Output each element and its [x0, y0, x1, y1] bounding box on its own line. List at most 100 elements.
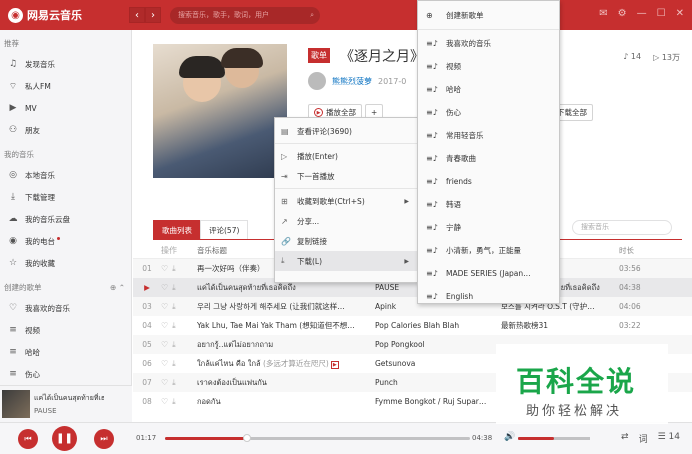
search-icon[interactable]: ⌕ — [310, 7, 314, 24]
sidebar-item-discover[interactable]: ♫ 发现音乐 — [0, 53, 131, 75]
minimize-icon[interactable]: — — [637, 8, 647, 19]
menu-item-label: 分享... — [297, 216, 320, 226]
sidebar-item-haha[interactable]: ≡ 哈哈 — [0, 341, 131, 363]
playlist-search-input[interactable]: 搜索音乐 — [572, 220, 672, 235]
sidebar-item-mv[interactable]: ▶ MV — [0, 97, 131, 119]
submenu-item-playlist[interactable]: ≡♪ 视频 — [418, 55, 559, 78]
heart-icon[interactable]: ♡ — [161, 283, 168, 293]
download-icon[interactable]: ⤓ — [172, 359, 176, 369]
sidebar-item-friends[interactable]: ⚇ 朋友 — [0, 119, 131, 141]
netease-logo-icon: ◉ — [8, 7, 23, 23]
sidebar-item-label: 视频 — [25, 325, 40, 335]
submenu-item-playlist[interactable]: ≡♪ 我喜欢的音乐 — [418, 32, 559, 55]
lyrics-icon[interactable]: 词 — [639, 432, 648, 445]
submenu-item-playlist[interactable]: ≡♪ 小清新，勇气，正能量 — [418, 239, 559, 262]
song-duration: 03:56 — [619, 264, 641, 273]
share-icon: ↗ — [281, 216, 288, 226]
submenu-item-playlist[interactable]: ≡♪ 伤心 — [418, 101, 559, 124]
submenu-item-playlist[interactable]: ≡♪ 哈哈 — [418, 78, 559, 101]
submenu-item-playlist[interactable]: ≡♪ English — [418, 285, 559, 308]
col-duration[interactable]: 时长 — [619, 245, 659, 256]
sidebar-item-downloads[interactable]: ⤓ 下载管理 — [0, 186, 131, 208]
download-icon[interactable]: ⤓ — [172, 321, 176, 331]
song-artist[interactable]: Punch — [375, 378, 501, 387]
row-ops: ♡ ⤓ — [161, 359, 197, 369]
sidebar-item-label: 哈哈 — [25, 347, 40, 357]
sidebar-item-radio[interactable]: ◉ 我的电台 — [0, 230, 131, 252]
download-icon[interactable]: ⤓ — [172, 340, 176, 350]
app-logo[interactable]: ◉ 网易云音乐 — [8, 7, 82, 23]
heart-icon[interactable]: ♡ — [161, 302, 168, 312]
sidebar-item-local[interactable]: ◎ 本地音乐 — [0, 164, 131, 186]
add-playlist-icon[interactable]: ⊕ ⌃ — [110, 283, 125, 292]
heart-icon[interactable]: ♡ — [161, 397, 168, 407]
download-icon[interactable]: ⤓ — [172, 283, 176, 293]
volume-slider[interactable] — [518, 437, 590, 440]
sidebar-item-fm[interactable]: ⌔ 私人FM — [0, 75, 131, 97]
download-icon[interactable]: ⤓ — [172, 397, 176, 407]
back-button[interactable]: ‹ — [129, 7, 145, 23]
now-playing-mini[interactable]: แค่ได้เป็นคนสุดท้ายที่เธอ PAUSE — [0, 385, 132, 422]
now-playing-cover[interactable] — [2, 390, 30, 418]
heart-icon[interactable]: ♡ — [161, 359, 168, 369]
avatar[interactable] — [308, 72, 326, 90]
submenu-item-playlist[interactable]: ≡♪ 韩语 — [418, 193, 559, 216]
heart-icon[interactable]: ♡ — [161, 264, 168, 274]
volume-icon[interactable]: 🔊 — [504, 432, 515, 442]
forward-button[interactable]: › — [145, 7, 161, 23]
menu-item-play[interactable]: ▷ 播放(Enter) — [275, 146, 417, 166]
song-artist[interactable]: Getsunova — [375, 359, 501, 368]
mv-icon[interactable]: ▶ — [330, 360, 339, 369]
song-artist[interactable]: Pop Calories Blah Blah — [375, 321, 501, 330]
sidebar-item-sad[interactable]: ≡ 伤心 — [0, 363, 131, 385]
section-label: 创建的歌单 — [4, 283, 42, 292]
submenu-item-playlist[interactable]: ≡♪ 宁静 — [418, 216, 559, 239]
heart-icon[interactable]: ♡ — [161, 378, 168, 388]
table-row[interactable]: 03 ♡ ⤓ 우리 그냥 사랑하게 해주세요 (让我们就这样… Apink 보스를… — [133, 297, 692, 316]
sidebar-item-video[interactable]: ≡ 视频 — [0, 319, 131, 341]
search-input[interactable]: 搜索音乐，歌手，歌词，用户 ⌕ — [170, 7, 320, 24]
tab-comments[interactable]: 评论(57) — [200, 220, 249, 239]
previous-button[interactable]: ⏮ — [18, 429, 38, 449]
submenu-item-new-playlist[interactable]: ⊕ 创建新歌单 — [418, 4, 559, 27]
submenu-item-playlist[interactable]: ≡♪ MADE SERIES (Japan… — [418, 262, 559, 285]
sidebar-item-liked[interactable]: ♡ 我喜欢的音乐 — [0, 297, 131, 319]
search-placeholder: 搜索音乐，歌手，歌词，用户 — [178, 11, 269, 19]
progress-bar[interactable] — [165, 434, 470, 442]
menu-item-comments[interactable]: ▤ 查看评论(3690) — [275, 121, 417, 141]
menu-item-label: 下一首播放 — [297, 171, 335, 181]
submenu-item-playlist[interactable]: ≡♪ 常用轻音乐 — [418, 124, 559, 147]
download-icon[interactable]: ⤓ — [172, 302, 176, 312]
creator-name[interactable]: 熊熊烈菠萝 — [332, 76, 372, 87]
song-artist[interactable]: Pop Pongkool — [375, 340, 501, 349]
sidebar-item-cloud[interactable]: ☁ 我的音乐云盘 — [0, 208, 131, 230]
submenu-item-playlist[interactable]: ≡♪ friends — [418, 170, 559, 193]
tab-songs[interactable]: 歌曲列表 — [153, 220, 201, 239]
pause-button[interactable]: ❚❚ — [52, 426, 77, 451]
song-album[interactable]: 最新热歌榜31 — [501, 320, 619, 331]
menu-item-share[interactable]: ↗ 分享... — [275, 211, 417, 231]
mail-icon[interactable]: ✉ — [599, 8, 607, 19]
shuffle-icon[interactable]: ⇄ — [621, 432, 629, 445]
menu-item-copy-link[interactable]: 🔗 复制链接 — [275, 231, 417, 251]
table-row[interactable]: 04 ♡ ⤓ Yak Lhu, Tae Mai Yak Tham (想知道但不想…… — [133, 316, 692, 335]
next-button[interactable]: ⏭ — [94, 429, 114, 449]
sidebar-item-collection[interactable]: ☆ 我的收藏 — [0, 252, 131, 274]
menu-item-download[interactable]: ⤓ 下载(L) ▶ — [275, 251, 417, 271]
download-icon[interactable]: ⤓ — [172, 378, 176, 388]
heart-icon[interactable]: ♡ — [161, 321, 168, 331]
maximize-icon[interactable]: ☐ — [657, 8, 666, 19]
close-icon[interactable]: ✕ — [676, 8, 684, 19]
col-ops[interactable]: 操作 — [161, 245, 197, 256]
star-icon: ☆ — [8, 258, 18, 268]
download-icon[interactable]: ⤓ — [172, 264, 176, 274]
progress-handle[interactable] — [243, 434, 252, 442]
heart-icon[interactable]: ♡ — [161, 340, 168, 350]
local-music-icon: ◎ — [9, 170, 17, 180]
queue-icon[interactable]: ☰ 14 — [658, 432, 680, 445]
menu-item-play-next[interactable]: ⇥ 下一首播放 — [275, 166, 417, 186]
submenu-item-playlist[interactable]: ≡♪ 青春歌曲 — [418, 147, 559, 170]
menu-item-collect[interactable]: ⊞ 收藏到歌单(Ctrl+S) ▶ — [275, 191, 417, 211]
song-artist[interactable]: Fymme Bongkot / Ruj Supar… — [375, 397, 501, 406]
gear-icon[interactable]: ⚙ — [618, 8, 627, 19]
